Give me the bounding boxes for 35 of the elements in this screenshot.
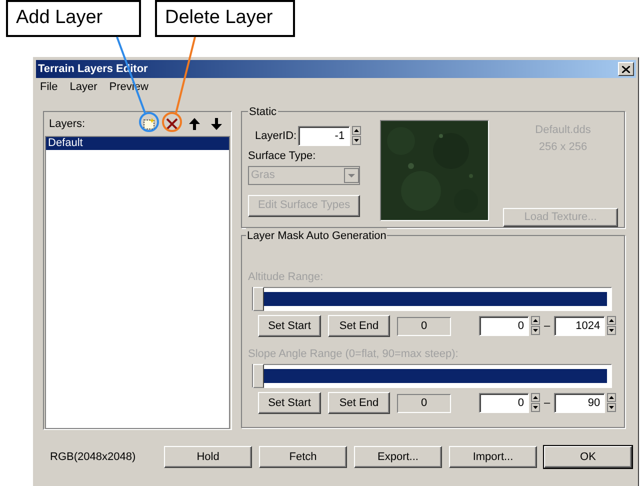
menu-item[interactable]: File bbox=[40, 78, 58, 96]
add-layer-icon[interactable] bbox=[143, 118, 155, 130]
group-title: Layer Mask Auto Generation bbox=[246, 228, 388, 244]
range-dash: – bbox=[544, 396, 550, 411]
status-text: RGB(2048x2048) bbox=[50, 450, 137, 465]
range-slider[interactable] bbox=[252, 287, 612, 311]
spinner[interactable] bbox=[531, 393, 540, 413]
dialog-button[interactable]: Hold bbox=[164, 446, 252, 468]
arrow-up-icon[interactable] bbox=[189, 118, 200, 130]
range-dash: – bbox=[544, 318, 550, 334]
surface-type-label: Surface Type: bbox=[248, 149, 317, 164]
callout-label: Add Layer bbox=[6, 0, 141, 37]
list-item[interactable]: Default bbox=[46, 137, 229, 150]
value-display: 0 bbox=[397, 394, 451, 412]
dialog-button[interactable]: Fetch bbox=[259, 446, 347, 468]
close-button[interactable] bbox=[618, 62, 634, 76]
close-icon bbox=[622, 66, 630, 72]
layer-id-label: LayerID: bbox=[255, 128, 297, 144]
callout-label: Delete Layer bbox=[155, 0, 295, 37]
number-field[interactable]: -1 bbox=[298, 126, 350, 146]
spinner[interactable] bbox=[352, 126, 361, 146]
value-display: 0 bbox=[397, 316, 451, 336]
highlight-ring bbox=[139, 112, 159, 132]
delete-icon[interactable] bbox=[166, 118, 178, 130]
spinner[interactable] bbox=[531, 316, 540, 336]
spinner[interactable] bbox=[607, 393, 616, 413]
layers-label: Layers: bbox=[49, 116, 86, 132]
dialog-button[interactable]: Export... bbox=[354, 446, 442, 468]
highlight-ring bbox=[162, 112, 182, 132]
menu-item[interactable]: Layer bbox=[70, 78, 98, 96]
spinner[interactable] bbox=[607, 316, 616, 336]
arrow-down-icon[interactable] bbox=[211, 118, 222, 130]
dialog-button[interactable]: Import... bbox=[449, 446, 537, 468]
range-slider[interactable] bbox=[252, 364, 612, 388]
dialog-button[interactable]: OK bbox=[544, 446, 632, 468]
